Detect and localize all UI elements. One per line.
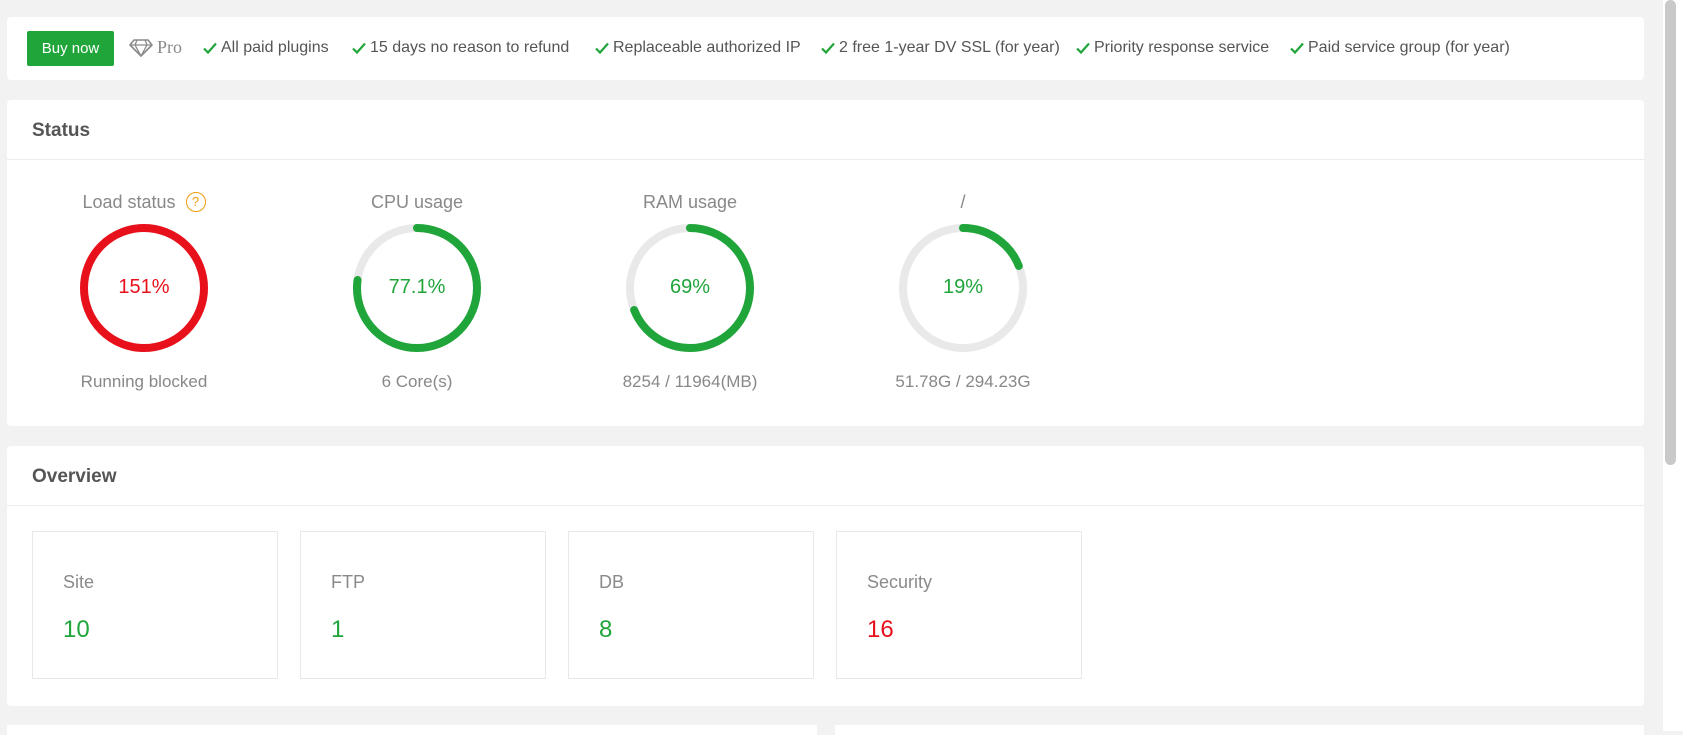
card-value[interactable]: 10 <box>63 616 90 644</box>
card-label: Site <box>63 572 95 592</box>
gauge-sub: 8254 / 11964(MB) <box>622 372 758 391</box>
gauge-title: RAM usage <box>642 192 738 212</box>
buy-now-button[interactable]: Buy now <box>27 31 114 66</box>
gauge-value: 19% <box>942 276 984 298</box>
promo-bar: Buy now Pro All paid plugins 15 days no … <box>7 17 1644 80</box>
feature-label: 15 days no reason to refund <box>370 39 570 56</box>
feature-label: 2 free 1-year DV SSL (for year) <box>839 39 1060 56</box>
feature-label: Priority response service <box>1094 39 1270 56</box>
feature-label: Paid service group (for year) <box>1308 39 1510 56</box>
overview-panel: Overview Site 10 FTP 1 DB 8 Security 16 <box>7 446 1644 706</box>
overview-card-site[interactable]: Site 10 <box>32 531 278 679</box>
diamond-icon <box>129 38 153 57</box>
status-panel: Status Load status? 151% Running blocked… <box>7 100 1644 426</box>
gauge-value: 151% <box>118 276 170 298</box>
feature-item: Paid service group (for year) <box>1289 39 1510 57</box>
feature-item: Priority response service <box>1075 39 1269 57</box>
check-icon <box>203 42 217 55</box>
feature-label: All paid plugins <box>221 39 329 56</box>
card-value[interactable]: 16 <box>867 616 894 644</box>
gauge-title: CPU usage <box>370 192 464 212</box>
overview-title: Overview <box>7 446 1644 506</box>
overview-card-ftp[interactable]: FTP 1 <box>300 531 546 679</box>
bottom-panel-right <box>835 725 1644 735</box>
card-value[interactable]: 8 <box>599 616 612 644</box>
gauge-value: 77.1% <box>388 276 446 298</box>
feature-label: Replaceable authorized IP <box>613 39 801 56</box>
feature-item: Replaceable authorized IP <box>594 39 801 57</box>
check-icon <box>352 42 366 55</box>
gauge-disk-root[interactable]: / 19% 51.78G / 294.23G <box>853 100 1073 426</box>
check-icon <box>595 42 609 55</box>
card-value[interactable]: 1 <box>331 616 344 644</box>
gauge-value: 69% <box>669 276 711 298</box>
overview-card-security[interactable]: Security 16 <box>836 531 1082 679</box>
gauge-cpu-usage[interactable]: CPU usage 77.1% 6 Core(s) <box>307 100 527 426</box>
check-icon <box>1076 42 1090 55</box>
gauge-load-status[interactable]: Load status? 151% Running blocked <box>34 100 254 426</box>
pro-label: Pro <box>157 37 183 57</box>
card-label: DB <box>599 572 625 592</box>
gauge-ram-usage[interactable]: RAM usage 69% 8254 / 11964(MB) <box>580 100 800 426</box>
check-icon <box>1290 42 1304 55</box>
check-icon <box>821 42 835 55</box>
feature-item: 15 days no reason to refund <box>351 39 569 57</box>
bottom-panel-left <box>7 725 817 735</box>
feature-item: 2 free 1-year DV SSL (for year) <box>820 39 1060 57</box>
help-icon[interactable]: ? <box>185 192 206 212</box>
gauge-sub: Running blocked <box>80 372 208 391</box>
pro-badge: Pro <box>129 37 182 58</box>
card-label: FTP <box>331 572 365 592</box>
gauge-sub: 51.78G / 294.23G <box>895 372 1031 391</box>
feature-item: All paid plugins <box>202 39 329 57</box>
overview-card-db[interactable]: DB 8 <box>568 531 814 679</box>
gauge-title: Load status? <box>34 192 254 213</box>
scrollbar-thumb[interactable] <box>1665 0 1676 465</box>
gauge-title: / <box>960 192 966 212</box>
card-label: Security <box>867 572 933 592</box>
gauge-sub: 6 Core(s) <box>381 372 453 391</box>
